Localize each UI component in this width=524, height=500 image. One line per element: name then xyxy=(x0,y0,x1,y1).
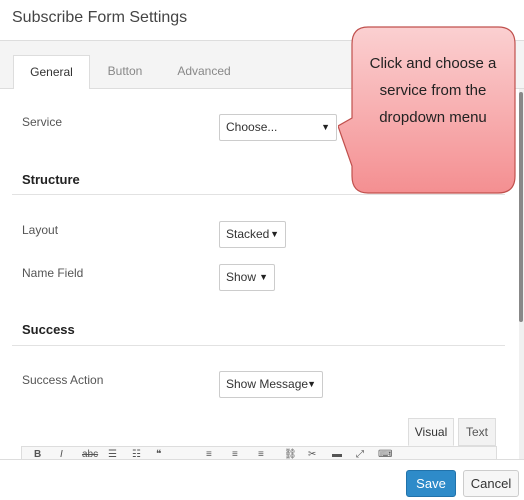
success-action-select-value: Show Message xyxy=(226,377,309,391)
divider xyxy=(12,345,505,346)
chevron-down-icon: ▼ xyxy=(259,272,268,282)
chevron-down-icon: ▼ xyxy=(307,379,316,389)
name-field-select[interactable]: Show ▼ xyxy=(219,264,275,291)
editor-toolbar: B I abc ☰ ☷ ❝ ≡ ≡ ≡ ⛓ ✂ ▬ ⤢ ⌨ xyxy=(21,446,497,460)
success-action-select[interactable]: Show Message ▼ xyxy=(219,371,323,398)
window-title: Subscribe Form Settings xyxy=(12,9,188,26)
layout-select-value: Stacked xyxy=(226,227,270,241)
name-field-select-value: Show xyxy=(226,270,257,284)
scrollbar-thumb[interactable] xyxy=(519,92,523,322)
callout-annotation: Click and choose a service from the drop… xyxy=(338,26,517,194)
tab-advanced[interactable]: Advanced xyxy=(168,55,240,90)
layout-label: Layout xyxy=(22,223,59,237)
dialog-footer: Save Cancel xyxy=(0,459,524,500)
tab-general[interactable]: General xyxy=(13,55,90,90)
callout-text: Click and choose a service from the drop… xyxy=(369,55,497,126)
chevron-down-icon: ▼ xyxy=(270,229,279,239)
editor-tab-visual[interactable]: Visual xyxy=(408,418,454,446)
name-field-label: Name Field xyxy=(22,266,84,280)
tab-button[interactable]: Button xyxy=(96,55,154,90)
service-label: Service xyxy=(22,115,63,129)
editor-tab-text[interactable]: Text xyxy=(458,418,496,446)
chevron-down-icon: ▼ xyxy=(321,122,330,132)
service-select-value: Choose... xyxy=(226,120,278,134)
divider xyxy=(12,194,505,195)
section-heading-success: Success xyxy=(22,322,75,337)
success-action-label: Success Action xyxy=(22,373,104,387)
cancel-button[interactable]: Cancel xyxy=(463,470,519,497)
service-select[interactable]: Choose... ▼ xyxy=(219,114,337,141)
section-heading-structure: Structure xyxy=(22,172,80,187)
layout-select[interactable]: Stacked ▼ xyxy=(219,221,286,248)
save-button[interactable]: Save xyxy=(406,470,456,497)
